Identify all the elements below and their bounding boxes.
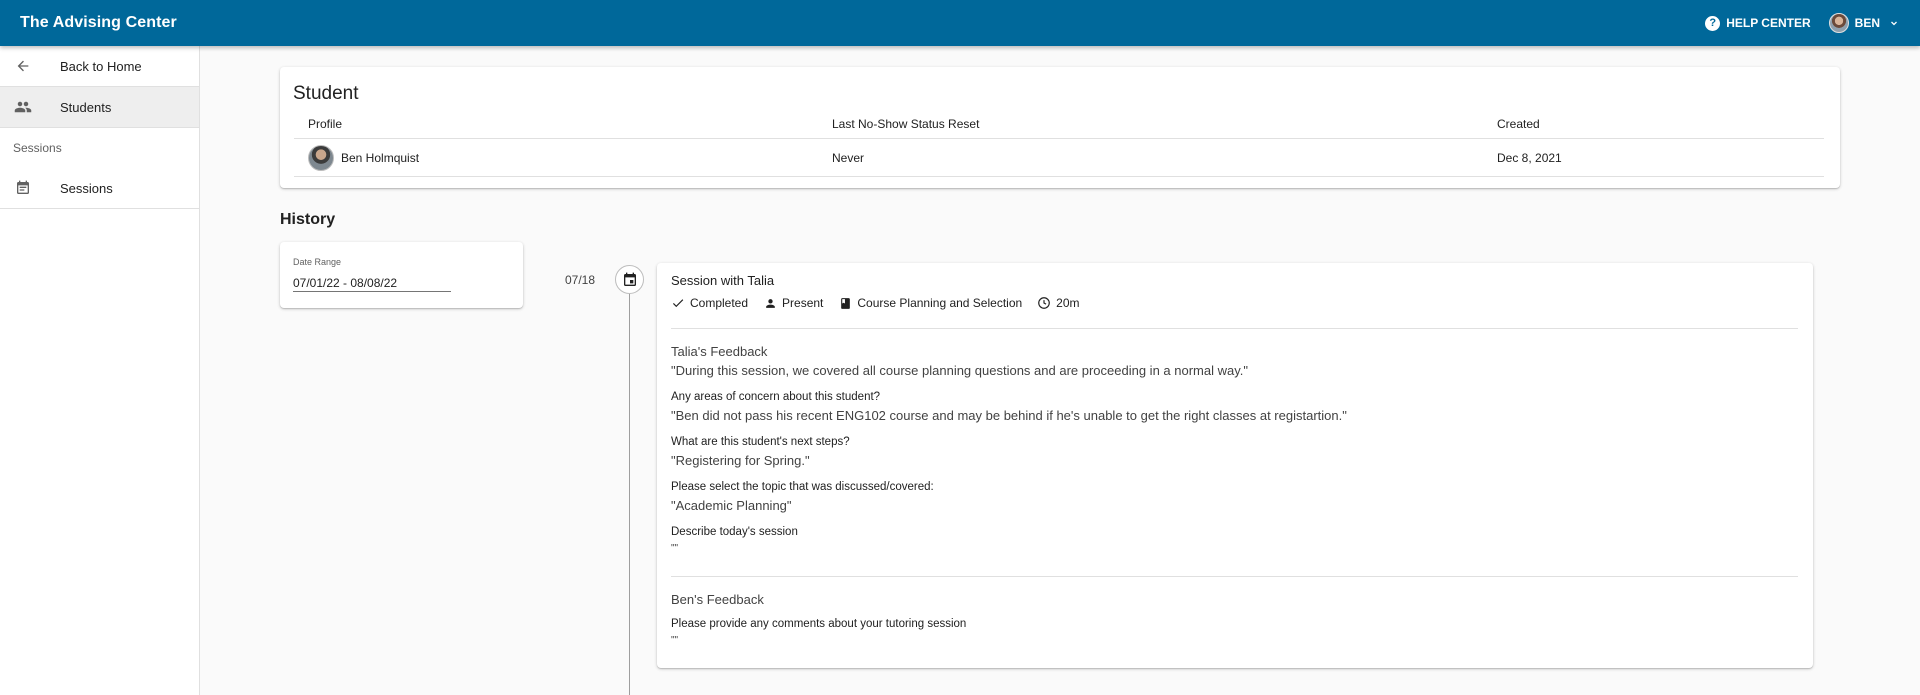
topic-label: Course Planning and Selection [857, 296, 1023, 310]
session-title: Session with Talia [671, 273, 775, 288]
tutor-feedback-summary: "During this session, we covered all cou… [671, 363, 1248, 378]
question-concerns: Any areas of concern about this student? [671, 391, 881, 403]
student-feedback-heading: Ben's Feedback [671, 592, 764, 607]
calendar-icon [615, 265, 644, 294]
history-title: History [280, 211, 336, 228]
column-header-profile: Profile [308, 116, 343, 131]
answer-next-steps: "Registering for Spring." [671, 453, 810, 468]
date-range-label: Date Range [293, 257, 342, 267]
help-center-button[interactable]: ? HELP CENTER [1705, 15, 1811, 31]
student-card: Student Profile Last No-Show Status Rese… [280, 67, 1840, 188]
duration-chip: 20m [1037, 296, 1080, 310]
sidebar: Back to Home Students Sessions Sessions [0, 46, 200, 695]
student-avatar [308, 144, 334, 171]
column-header-last-reset: Last No-Show Status Reset [832, 116, 980, 131]
app-header: The Advising Center ? HELP CENTER BEN [0, 0, 1920, 46]
status-label: Completed [690, 296, 749, 310]
divider [671, 328, 1798, 329]
person-icon [763, 296, 777, 310]
sidebar-item-label: Students [60, 99, 112, 115]
answer-topic: "Academic Planning" [671, 498, 792, 513]
arrow-left-icon [14, 57, 32, 75]
user-menu-button[interactable]: BEN [1828, 13, 1900, 33]
event-note-icon [14, 179, 32, 197]
duration-label: 20m [1056, 296, 1080, 310]
question-describe-session: Describe today's session [671, 526, 798, 538]
sidebar-subheader-sessions: Sessions [13, 141, 62, 155]
question-comments: Please provide any comments about your t… [671, 618, 967, 630]
header-actions: ? HELP CENTER BEN [1705, 13, 1900, 33]
topic-chip: Course Planning and Selection [838, 296, 1022, 310]
sidebar-item-label: Sessions [60, 180, 113, 196]
back-to-home-link[interactable]: Back to Home [0, 46, 199, 87]
user-avatar [1828, 13, 1849, 33]
column-header-created: Created [1497, 116, 1540, 131]
attendance-label: Present [782, 296, 824, 310]
book-icon [838, 296, 852, 310]
timeline-date: 07/18 [565, 273, 596, 287]
check-icon [671, 296, 685, 310]
answer-describe-session: "" [671, 543, 679, 554]
back-to-home-label: Back to Home [60, 58, 142, 74]
last-reset-cell: Never [832, 150, 865, 165]
help-icon: ? [1705, 15, 1721, 31]
divider [671, 576, 1798, 577]
profile-cell: Ben Holmquist [294, 144, 832, 171]
table-header: Profile Last No-Show Status Reset Create… [294, 109, 1824, 139]
attendance-chip: Present [763, 296, 823, 310]
student-table: Profile Last No-Show Status Reset Create… [294, 109, 1824, 177]
clock-icon [1037, 296, 1051, 310]
question-next-steps: What are this student's next steps? [671, 436, 850, 448]
user-name: BEN [1854, 16, 1880, 30]
people-icon [14, 98, 32, 116]
session-card: Session with Talia Completed Present Cou… [657, 263, 1813, 668]
student-name: Ben Holmquist [341, 150, 420, 165]
chevron-down-icon [1891, 21, 1897, 26]
date-range-input[interactable] [293, 274, 451, 292]
help-center-label: HELP CENTER [1726, 16, 1811, 30]
tutor-feedback-heading: Talia's Feedback [671, 344, 768, 359]
timeline-line [629, 294, 630, 695]
student-card-title: Student [293, 83, 359, 104]
date-range-card: Date Range [280, 242, 523, 308]
status-chip: Completed [671, 296, 748, 310]
app-title: The Advising Center [20, 14, 177, 31]
sidebar-item-sessions[interactable]: Sessions [0, 168, 199, 209]
answer-concerns: "Ben did not pass his recent ENG102 cour… [671, 408, 1347, 423]
question-topic: Please select the topic that was discuss… [671, 481, 934, 493]
created-cell: Dec 8, 2021 [1497, 150, 1562, 165]
table-row[interactable]: Ben Holmquist Never Dec 8, 2021 [294, 139, 1824, 177]
sidebar-item-students[interactable]: Students [0, 87, 199, 128]
answer-comments: "" [671, 635, 679, 646]
session-chips: Completed Present Course Planning and Se… [671, 296, 1095, 310]
